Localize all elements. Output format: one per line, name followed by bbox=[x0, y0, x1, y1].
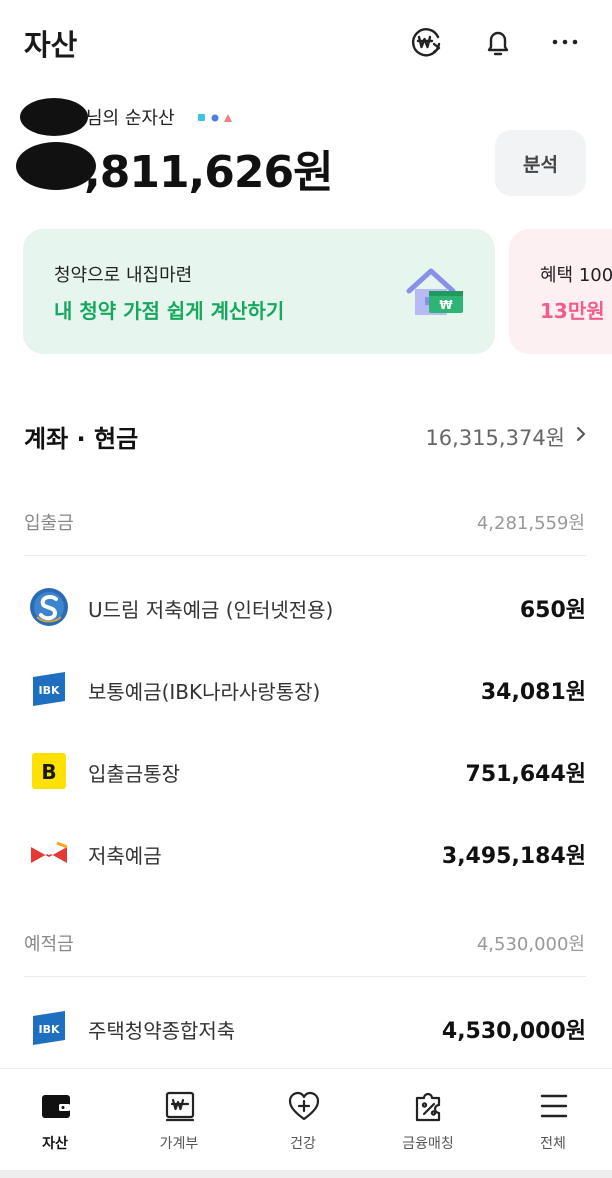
bell-icon[interactable] bbox=[480, 24, 516, 60]
banner-subtitle: 혜택 100 bbox=[540, 265, 612, 286]
tab-assets[interactable]: 자산 bbox=[5, 1069, 105, 1169]
account-amount: 34,081원 bbox=[480, 680, 586, 705]
account-name: 저축예금 bbox=[88, 844, 162, 868]
menu-icon bbox=[540, 1094, 568, 1118]
group-label: 예적금 bbox=[24, 934, 74, 955]
ibk-logo-icon: IBK bbox=[33, 672, 65, 706]
chevron-right-icon bbox=[577, 427, 585, 441]
account-amount: 650원 bbox=[519, 598, 586, 623]
heart-plus-icon bbox=[288, 1091, 320, 1121]
account-row[interactable]: IBK 보통예금(IBK나라사랑통장) 34,081원 bbox=[24, 659, 586, 719]
page-title: 자산 bbox=[24, 28, 78, 62]
puzzle-percent-icon bbox=[415, 1092, 441, 1122]
shinhan-logo-icon bbox=[30, 588, 68, 626]
account-row[interactable]: B 입출금통장 751,644원 bbox=[24, 741, 586, 801]
bottom-strip bbox=[0, 1170, 612, 1178]
group-total: 4,530,000원 bbox=[476, 934, 585, 955]
tab-label: 가계부 bbox=[159, 1136, 199, 1152]
section-title: 계좌 · 현금 bbox=[24, 425, 139, 453]
ibk-logo-icon: IBK bbox=[33, 1011, 65, 1045]
benefit-banner[interactable]: 혜택 100 13만원 bbox=[509, 229, 612, 354]
banner-title: 내 청약 가점 쉽게 계산하기 bbox=[54, 299, 285, 323]
account-name: 보통예금(IBK나라사랑통장) bbox=[88, 680, 321, 704]
owner-label: 님의 순자산 bbox=[86, 108, 175, 129]
svg-text:₩: ₩ bbox=[439, 298, 453, 312]
subscription-banner[interactable]: 청약으로 내집마련 내 청약 가점 쉽게 계산하기 ₩ bbox=[23, 229, 495, 354]
accounts-section-header[interactable]: 계좌 · 현금 16,315,374원 bbox=[24, 414, 589, 458]
kakaobank-logo-icon: B bbox=[32, 753, 66, 789]
analyze-button[interactable]: 분석 bbox=[495, 130, 586, 196]
house-won-icon: ₩ bbox=[406, 268, 463, 315]
account-row[interactable]: 저축예금 3,495,184원 bbox=[24, 823, 586, 883]
section-total: 16,315,374원 bbox=[425, 426, 565, 450]
account-row[interactable]: U드림 저축예금 (인터넷전용) 650원 bbox=[24, 577, 586, 637]
svg-text:IBK: IBK bbox=[38, 1023, 59, 1036]
account-row[interactable]: IBK 주택청약종합저축 4,530,000원 bbox=[24, 998, 586, 1058]
tab-label: 금융매칭 bbox=[402, 1136, 454, 1152]
divider bbox=[24, 976, 586, 977]
account-name: 주택청약종합저축 bbox=[88, 1019, 236, 1043]
svg-text:IBK: IBK bbox=[38, 684, 59, 697]
won-exchange-icon[interactable] bbox=[408, 24, 444, 60]
bottom-tab-bar: 자산 가계부 건강 금융매칭 전체 bbox=[0, 1068, 612, 1173]
tab-ledger[interactable]: 가계부 bbox=[129, 1069, 229, 1169]
ledger-icon bbox=[165, 1091, 195, 1122]
account-amount: 751,644원 bbox=[465, 762, 586, 787]
divider bbox=[24, 555, 586, 556]
tab-all[interactable]: 전체 bbox=[503, 1069, 603, 1169]
decorative-dots-icon bbox=[198, 114, 232, 122]
group-total: 4,281,559원 bbox=[476, 513, 585, 534]
redacted-name bbox=[20, 98, 88, 136]
tab-label: 전체 bbox=[540, 1136, 566, 1152]
account-amount: 4,530,000원 bbox=[441, 1019, 586, 1044]
wallet-icon bbox=[42, 1095, 70, 1118]
net-assets-amount: ,811,626원 bbox=[84, 147, 334, 198]
more-icon[interactable] bbox=[547, 24, 583, 60]
group-label: 입출금 bbox=[24, 513, 74, 534]
tab-label: 건강 bbox=[290, 1136, 316, 1152]
tab-health[interactable]: 건강 bbox=[253, 1069, 353, 1169]
owner-row: 님의 순자산 bbox=[20, 96, 320, 136]
postbank-logo-icon bbox=[31, 841, 68, 863]
account-name: 입출금통장 bbox=[88, 762, 180, 786]
svg-text:B: B bbox=[41, 760, 56, 784]
tab-label: 자산 bbox=[42, 1136, 68, 1152]
account-amount: 3,495,184원 bbox=[441, 844, 586, 869]
app-header: 자산 bbox=[0, 0, 612, 84]
banner-title: 13만원 bbox=[540, 299, 605, 323]
banner-subtitle: 청약으로 내집마련 bbox=[54, 265, 193, 286]
account-name: U드림 저축예금 (인터넷전용) bbox=[88, 598, 334, 622]
tab-financial-matching[interactable]: 금융매칭 bbox=[378, 1069, 478, 1169]
